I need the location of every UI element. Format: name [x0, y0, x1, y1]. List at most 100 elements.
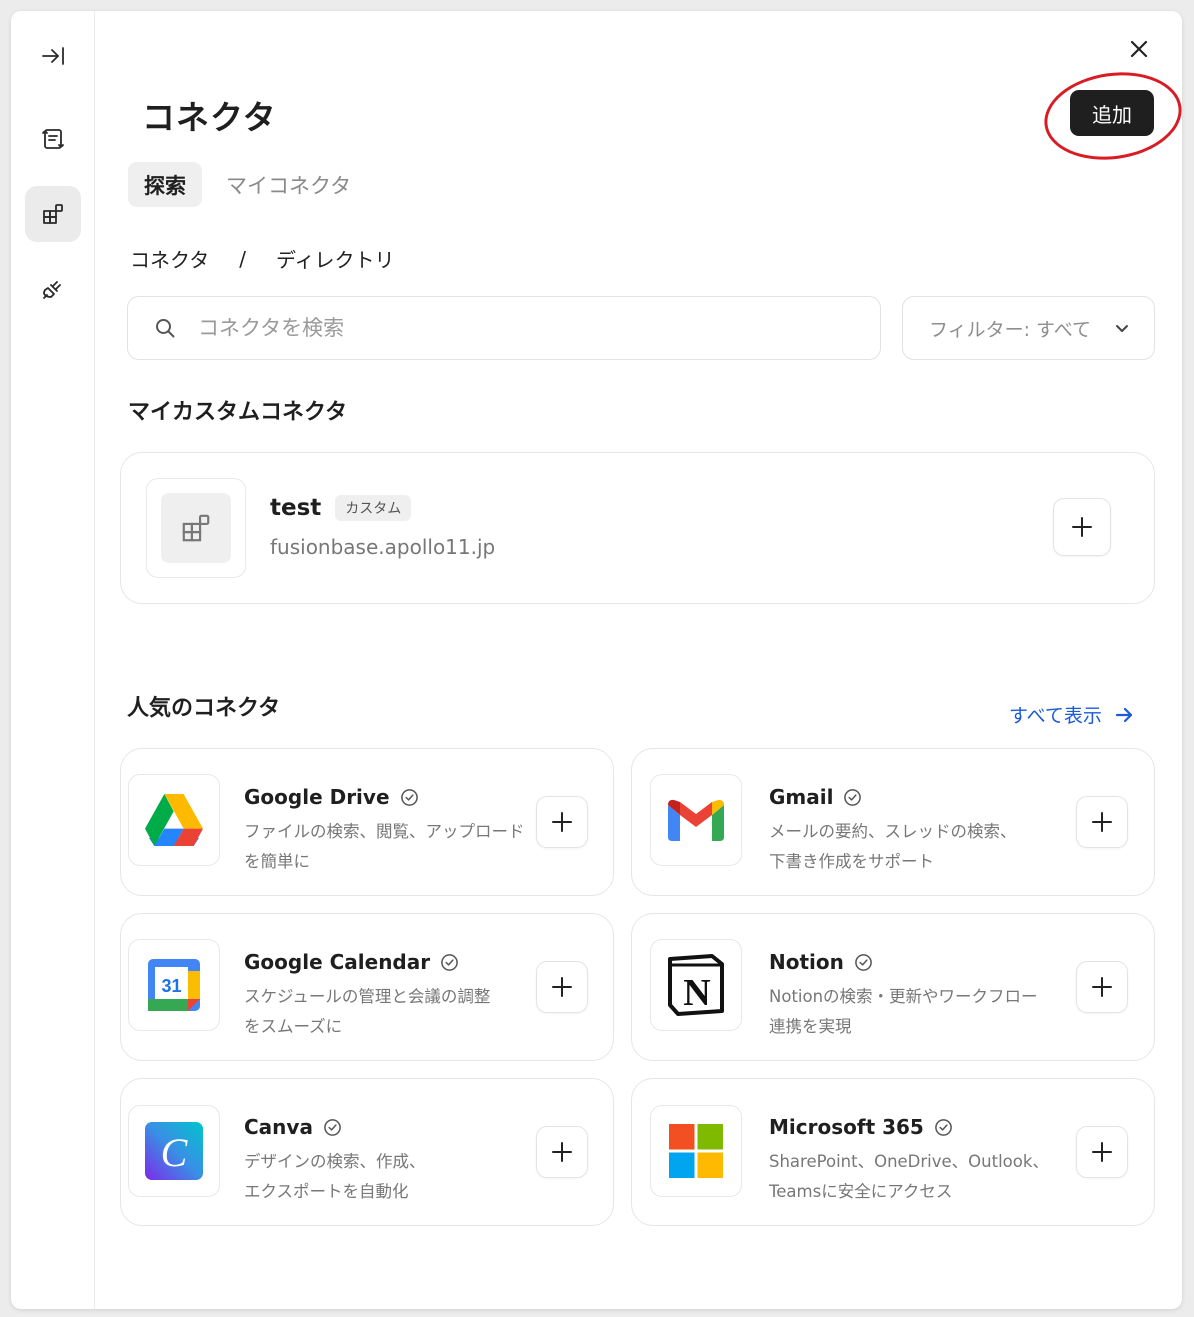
- plus-icon: [1092, 812, 1112, 832]
- add-microsoft-365-button[interactable]: [1076, 1126, 1128, 1178]
- connector-description-line: デザインの検索、作成、: [244, 1152, 426, 1171]
- svg-text:C: C: [161, 1130, 189, 1175]
- connector-name-row: Notion: [769, 950, 873, 974]
- side-rail: [11, 11, 95, 1309]
- connector-description-line: SharePoint、OneDrive、Outlook、: [769, 1152, 1049, 1171]
- connector-card-canva[interactable]: C Canva デザインの検索、作成、 エクスポートを自動化: [120, 1078, 614, 1226]
- svg-text:31: 31: [161, 976, 181, 996]
- google-calendar-logo-frame: 31: [128, 939, 220, 1031]
- tab-bar: 探索 マイコネクタ: [128, 162, 367, 207]
- view-all-link[interactable]: すべて表示: [1009, 701, 1134, 728]
- notion-logo-frame: N: [650, 939, 742, 1031]
- plus-icon: [552, 977, 572, 997]
- close-icon: [1130, 40, 1148, 58]
- google-drive-logo-frame: [128, 774, 220, 866]
- connector-description-line: ファイルの検索、閲覧、アップロード: [244, 822, 525, 841]
- custom-logo-tile: [161, 493, 231, 563]
- page-title: コネクタ: [142, 98, 277, 137]
- search-icon: [156, 319, 175, 338]
- connector-card-google-drive[interactable]: Google Drive ファイルの検索、閲覧、アップロード を簡単に: [120, 748, 614, 896]
- blocks-icon: [182, 514, 210, 542]
- canva-icon: C: [145, 1122, 203, 1180]
- add-google-calendar-button[interactable]: [536, 961, 588, 1013]
- canva-logo-frame: C: [128, 1105, 220, 1197]
- custom-connector-card[interactable]: test カスタム fusionbase.apollo11.jp: [120, 452, 1155, 604]
- google-calendar-icon: 31: [148, 959, 200, 1011]
- view-all-label: すべて表示: [1009, 705, 1102, 727]
- plus-icon: [1072, 517, 1092, 537]
- search-input[interactable]: [198, 316, 798, 340]
- connector-name: Google Calendar: [244, 950, 431, 974]
- custom-connector-url: fusionbase.apollo11.jp: [270, 535, 496, 559]
- custom-badge: カスタム: [335, 495, 412, 521]
- add-gmail-button[interactable]: [1076, 796, 1128, 848]
- plugin-nav-button[interactable]: [25, 261, 81, 317]
- verified-badge-icon: [854, 953, 873, 972]
- verified-badge-icon: [400, 788, 419, 807]
- connector-name: Notion: [769, 950, 844, 974]
- arrow-right-icon: [1115, 707, 1133, 722]
- connector-card-gmail[interactable]: Gmail メールの要約、スレッドの検索、 下書き作成をサポート: [631, 748, 1155, 896]
- plus-icon: [552, 812, 572, 832]
- connector-description-line: メールの要約、スレッドの検索、: [769, 822, 1017, 841]
- connector-description: ファイルの検索、閲覧、アップロード を簡単に: [244, 817, 544, 877]
- add-connector-button[interactable]: 追加: [1070, 90, 1154, 136]
- connector-description-line: Notionの検索・更新やワークフロー: [769, 987, 1038, 1006]
- custom-section-title: マイカスタムコネクタ: [128, 400, 348, 425]
- search-box[interactable]: [127, 296, 881, 360]
- tab-my-connectors[interactable]: マイコネクタ: [210, 162, 367, 207]
- connector-card-microsoft-365[interactable]: Microsoft 365 SharePoint、OneDrive、Outloo…: [631, 1078, 1155, 1226]
- connector-description: Notionの検索・更新やワークフロー 連携を実現: [769, 982, 1079, 1042]
- connector-description-line: Teamsに安全にアクセス: [769, 1182, 953, 1201]
- microsoft-icon: [669, 1124, 723, 1178]
- connector-card-notion[interactable]: N Notion Notionの検索・更新やワークフロー 連携を実現: [631, 913, 1155, 1061]
- connector-description: メールの要約、スレッドの検索、 下書き作成をサポート: [769, 817, 1069, 877]
- plus-icon: [1092, 1142, 1112, 1162]
- connector-card-google-calendar[interactable]: 31 Google Calendar スケジュールの管理と会議の調整 をスムーズ…: [120, 913, 614, 1061]
- svg-text:N: N: [683, 972, 710, 1014]
- google-drive-icon: [145, 794, 203, 846]
- verified-badge-icon: [440, 953, 459, 972]
- breadcrumb-separator: /: [239, 246, 246, 271]
- verified-badge-icon: [323, 1118, 342, 1137]
- notion-icon: N: [668, 954, 724, 1016]
- connector-description-line: をスムーズに: [244, 1017, 343, 1036]
- custom-connector-name: test: [270, 495, 322, 521]
- microsoft-logo-frame: [650, 1105, 742, 1197]
- gmail-icon: [668, 799, 724, 841]
- verified-badge-icon: [843, 788, 862, 807]
- chevron-down-icon: [1116, 325, 1128, 332]
- connector-description-line: を簡単に: [244, 852, 310, 871]
- add-notion-button[interactable]: [1076, 961, 1128, 1013]
- collapse-panel-button[interactable]: [25, 28, 81, 84]
- plug-icon: [43, 281, 61, 299]
- arrow-to-right-icon: [42, 47, 64, 65]
- connector-description: スケジュールの管理と会議の調整 をスムーズに: [244, 982, 544, 1042]
- verified-badge-icon: [934, 1118, 953, 1137]
- connector-description-line: エクスポートを自動化: [244, 1182, 409, 1201]
- connector-description: SharePoint、OneDrive、Outlook、 Teamsに安全にアク…: [769, 1147, 1079, 1207]
- breadcrumb-root[interactable]: コネクタ: [130, 244, 209, 273]
- connector-name-row: Google Calendar: [244, 950, 459, 974]
- connector-name-row: Canva: [244, 1115, 342, 1139]
- connector-description-line: 連携を実現: [769, 1017, 852, 1036]
- add-canva-button[interactable]: [536, 1126, 588, 1178]
- add-custom-connector-button[interactable]: [1053, 498, 1111, 556]
- custom-logo-frame: [146, 478, 246, 578]
- gmail-logo-frame: [650, 774, 742, 866]
- scroll-document-button[interactable]: [25, 111, 81, 167]
- connectors-nav-button[interactable]: [25, 186, 81, 242]
- connector-name-row: Gmail: [769, 785, 862, 809]
- popular-section-title: 人気のコネクタ: [127, 696, 281, 721]
- filter-dropdown[interactable]: フィルター: すべて: [902, 296, 1155, 360]
- connector-description-line: スケジュールの管理と会議の調整: [244, 987, 491, 1006]
- tab-explore[interactable]: 探索: [128, 162, 202, 207]
- plus-icon: [552, 1142, 572, 1162]
- connector-name: Microsoft 365: [769, 1115, 924, 1139]
- connector-name-row: Microsoft 365: [769, 1115, 953, 1139]
- filter-label: フィルター: すべて: [929, 318, 1091, 341]
- close-button[interactable]: [1125, 35, 1153, 63]
- connector-name-row: Google Drive: [244, 785, 419, 809]
- add-google-drive-button[interactable]: [536, 796, 588, 848]
- connector-description-line: 下書き作成をサポート: [769, 852, 934, 871]
